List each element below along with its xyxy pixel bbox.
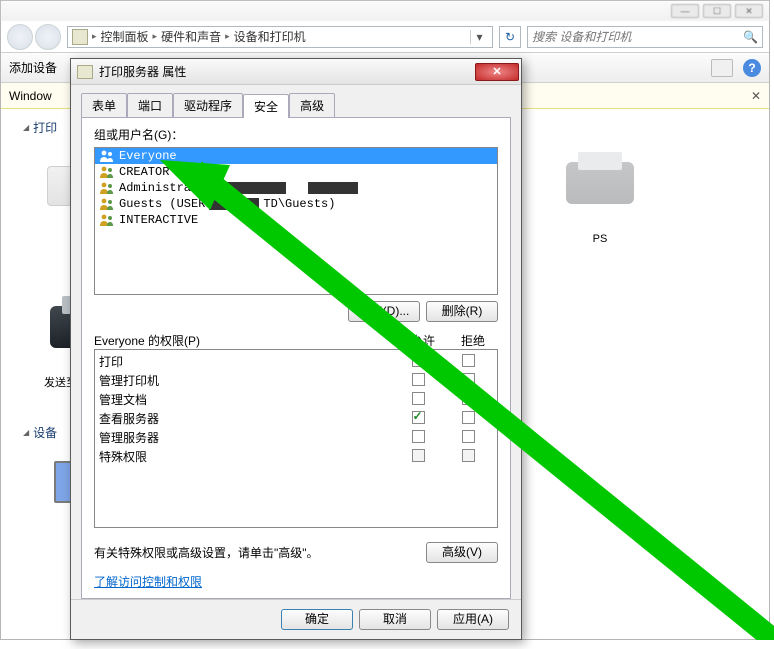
dialog-title: 打印服务器 属性 [99,63,186,80]
breadcrumb-segment[interactable]: 控制面板 [101,28,149,45]
info-bar-text: Window [9,89,52,103]
learn-more-link[interactable]: 了解访问控制和权限 [94,573,498,590]
refresh-button[interactable]: ↻ [499,26,521,48]
permission-row: 查看服务器 [95,409,497,428]
window-close-button[interactable]: ✕ [735,4,763,18]
chevron-right-icon: ▸ [225,31,230,42]
tab-drivers[interactable]: 驱动程序 [173,93,243,117]
column-deny: 拒绝 [448,332,498,349]
allow-checkbox[interactable] [412,430,425,443]
address-icon [72,29,88,45]
advanced-hint-text: 有关特殊权限或高级设置，请单击"高级"。 [94,544,416,561]
permission-name: 特殊权限 [99,448,393,465]
address-bar[interactable]: ▸ 控制面板 ▸ 硬件和声音 ▸ 设备和打印机 ▾ [67,26,493,48]
section-label: 设备 [33,424,57,441]
permission-name: 查看服务器 [99,410,393,427]
tab-ports[interactable]: 端口 [127,93,173,117]
permission-row: 特殊权限 [95,447,497,466]
toolbar-add-device[interactable]: 添加设备 [9,59,57,76]
deny-checkbox[interactable] [462,373,475,386]
tab-strip: 表单 端口 驱动程序 安全 高级 [81,93,511,118]
breadcrumb-segment[interactable]: 硬件和声音 [161,28,221,45]
maximize-button[interactable]: ☐ [703,4,731,18]
allow-checkbox[interactable] [412,373,425,386]
permission-name: 管理服务器 [99,429,393,446]
window-titlebar: — ☐ ✕ [1,1,769,21]
list-item-user[interactable]: Everyone [95,148,497,164]
allow-checkbox[interactable] [412,392,425,405]
print-server-properties-dialog: 打印服务器 属性 ✕ 表单 端口 驱动程序 安全 高级 组或用户名(G)： Ev… [70,58,522,640]
dialog-titlebar[interactable]: 打印服务器 属性 ✕ [71,59,521,85]
dialog-close-button[interactable]: ✕ [475,63,519,81]
ok-button[interactable]: 确定 [281,609,353,630]
help-icon[interactable]: ? [743,59,761,77]
device-label: PS [555,232,645,246]
minimize-button[interactable]: — [671,4,699,18]
remove-button[interactable]: 删除(R) [426,301,498,322]
add-button[interactable]: 添加(D)... [348,301,420,322]
tab-security[interactable]: 安全 [243,94,289,118]
cancel-button[interactable]: 取消 [359,609,431,630]
allow-checkbox[interactable] [412,411,425,424]
permission-row: 管理服务器 [95,428,497,447]
list-item-user[interactable]: CREATOR OWNER [95,164,497,180]
deny-checkbox[interactable] [462,354,475,367]
list-item-user[interactable]: INTERACTIVE [95,212,497,228]
permission-row: 打印 [95,352,497,371]
search-box[interactable]: 🔍 [527,26,763,48]
search-icon: 🔍 [743,30,758,44]
collapse-triangle-icon: ◢ [23,123,29,132]
permission-row: 管理文档 [95,390,497,409]
device-ps[interactable]: PS [555,148,645,246]
nav-row: ▸ 控制面板 ▸ 硬件和声音 ▸ 设备和打印机 ▾ ↻ 🔍 [1,21,769,53]
collapse-triangle-icon: ◢ [23,428,29,437]
deny-checkbox[interactable] [462,430,475,443]
permissions-list: 打印管理打印机管理文档查看服务器管理服务器特殊权限 [94,349,498,528]
permission-name: 管理打印机 [99,372,393,389]
search-input[interactable] [532,30,743,44]
chevron-right-icon: ▸ [92,31,97,42]
permission-row: 管理打印机 [95,371,497,390]
nav-back-button[interactable] [7,24,33,50]
chevron-right-icon: ▸ [153,31,158,42]
deny-checkbox [462,449,475,462]
permissions-label: Everyone 的权限(P) [94,332,398,349]
section-label: 打印 [33,119,57,136]
dialog-footer: 确定 取消 应用(A) [71,599,521,639]
deny-checkbox[interactable] [462,411,475,424]
list-item-user[interactable]: Administrators [95,180,497,196]
deny-checkbox[interactable] [462,392,475,405]
tab-forms[interactable]: 表单 [81,93,127,117]
breadcrumb-segment[interactable]: 设备和打印机 [234,28,306,45]
permission-name: 打印 [99,353,393,370]
printer-icon [77,65,93,79]
tab-advanced[interactable]: 高级 [289,93,335,117]
advanced-button[interactable]: 高级(V) [426,542,498,563]
nav-forward-button[interactable] [35,24,61,50]
column-allow: 允许 [398,332,448,349]
info-bar-close[interactable]: ✕ [751,89,761,103]
group-users-label: 组或用户名(G)： [94,126,498,143]
allow-checkbox[interactable] [412,354,425,367]
users-listbox[interactable]: EveryoneCREATOR OWNERAdministrators Gues… [94,147,498,295]
allow-checkbox [412,449,425,462]
apply-button[interactable]: 应用(A) [437,609,509,630]
view-options-button[interactable] [711,59,733,77]
permission-name: 管理文档 [99,391,393,408]
address-dropdown[interactable]: ▾ [470,30,488,44]
list-item-user[interactable]: Guests (USERTD\Guests) [95,196,497,212]
